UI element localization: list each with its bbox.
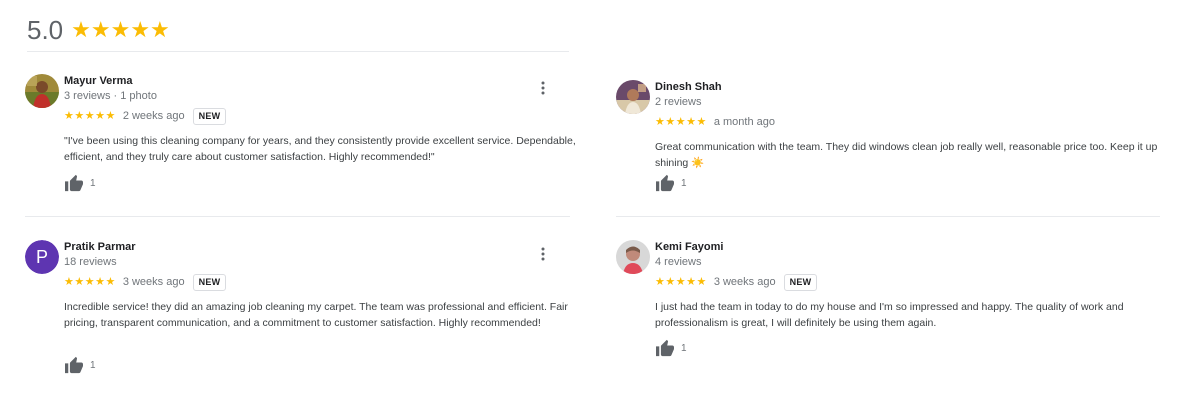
review-text: I just had the team in today to do my ho… [655, 301, 1124, 329]
avatar-photo-icon [616, 80, 650, 114]
reviewer-name[interactable]: Dinesh Shah [655, 80, 722, 94]
reviewer-name[interactable]: Mayur Verma [64, 74, 132, 88]
review-time: 3 weeks ago [713, 276, 776, 288]
like-button[interactable]: 1 [655, 174, 687, 192]
more-options-button[interactable] [537, 246, 549, 262]
review-rating-row: ★★★★★ 3 weeks ago NEW [655, 273, 818, 291]
review-rating-row: ★★★★★ a month ago [655, 113, 775, 131]
reviewer-name[interactable]: Pratik Parmar [64, 240, 136, 254]
like-count: 1 [681, 177, 687, 189]
like-count: 1 [90, 177, 96, 189]
new-badge: NEW [192, 107, 227, 125]
more-options-button[interactable] [537, 80, 549, 96]
review-stars: ★★★★★ [64, 276, 116, 288]
review-card: P Pratik Parmar 18 reviews ★★★★★ 3 weeks… [25, 240, 570, 380]
more-vert-icon [541, 81, 545, 95]
review-stars: ★★★★★ [655, 116, 707, 128]
reviewer-meta: 18 reviews [64, 256, 117, 268]
review-card: Dinesh Shah 2 reviews ★★★★★ a month ago … [616, 80, 1161, 204]
reviewer-meta: 3 reviews · 1 photo [64, 90, 157, 102]
review-time: a month ago [713, 116, 775, 128]
reviews-panel: 5.0 ★★★★★ Mayur Verma 3 reviews · 1 phot… [0, 0, 1200, 418]
avatar[interactable] [25, 74, 59, 108]
review-text: Great communication with the team. They … [655, 141, 1158, 169]
avatar-photo-icon [25, 74, 59, 108]
review-card: Kemi Fayomi 4 reviews ★★★★★ 3 weeks ago … [616, 240, 1161, 364]
avatar[interactable] [616, 80, 650, 114]
review-time: 2 weeks ago [122, 110, 185, 122]
review-card: Mayur Verma 3 reviews · 1 photo ★★★★★ 2 … [25, 74, 576, 204]
new-badge: NEW [192, 273, 227, 291]
overall-rating: 5.0 [27, 15, 64, 45]
divider [27, 51, 569, 52]
like-button[interactable]: 1 [64, 356, 96, 374]
divider [616, 216, 1160, 217]
thumbs-up-icon [656, 174, 674, 192]
overall-stars: ★★★★★ [71, 17, 170, 42]
new-badge: NEW [783, 273, 818, 291]
reviewer-name[interactable]: Kemi Fayomi [655, 240, 723, 254]
like-button[interactable]: 1 [655, 339, 687, 357]
thumbs-up-icon [65, 356, 83, 374]
thumbs-up-icon [656, 339, 674, 357]
avatar[interactable] [616, 240, 650, 274]
thumbs-up-icon [65, 174, 83, 192]
avatar-letter: P [25, 240, 59, 274]
reviewer-meta: 2 reviews [655, 96, 702, 108]
like-count: 1 [681, 342, 687, 354]
review-rating-row: ★★★★★ 2 weeks ago NEW [64, 107, 227, 125]
review-text: Incredible service! they did an amazing … [64, 301, 568, 329]
reviewer-meta: 4 reviews [655, 256, 702, 268]
more-vert-icon [541, 247, 545, 261]
avatar[interactable]: P [25, 240, 59, 274]
review-rating-row: ★★★★★ 3 weeks ago NEW [64, 273, 227, 291]
avatar-photo-icon [616, 240, 650, 274]
review-stars: ★★★★★ [655, 276, 707, 288]
review-stars: ★★★★★ [64, 110, 116, 122]
rating-summary: 5.0 ★★★★★ [27, 14, 170, 46]
review-text: "I've been using this cleaning company f… [64, 135, 576, 163]
like-count: 1 [90, 359, 96, 371]
like-button[interactable]: 1 [64, 174, 96, 192]
review-time: 3 weeks ago [122, 276, 185, 288]
divider [25, 216, 570, 217]
